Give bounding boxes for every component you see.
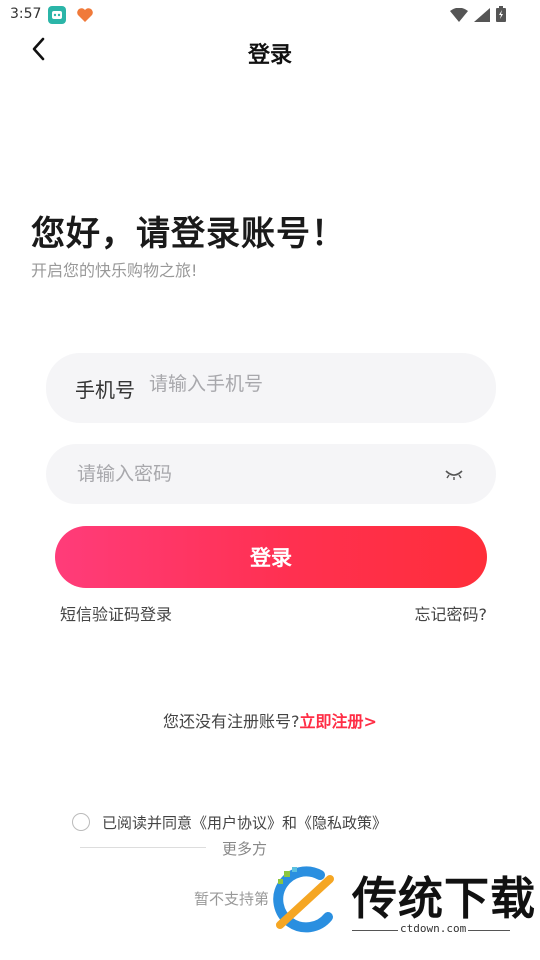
signal-icon	[474, 7, 490, 26]
unsupported-notice: 暂不支持第	[194, 890, 270, 908]
phone-input[interactable]	[147, 372, 451, 396]
phone-label: 手机号	[75, 377, 135, 402]
phone-field[interactable]: 手机号	[46, 353, 496, 423]
greeting-title: 您好，请登录账号！	[31, 214, 346, 254]
status-time: 3:57	[10, 6, 42, 22]
watermark-logo	[268, 865, 346, 937]
watermark-url: ctdown.com	[400, 922, 467, 935]
page-title: 登录	[247, 43, 292, 68]
wifi-icon	[450, 7, 468, 26]
agreement-prefix: 已阅读并同意	[102, 814, 193, 832]
sms-login-link[interactable]: 短信验证码登录	[60, 601, 172, 625]
app-heart-icon	[76, 7, 94, 23]
watermark-title: 传统下载	[352, 872, 537, 925]
watermark-divider-right	[468, 930, 510, 931]
register-row: 您还没有注册账号?立即注册>	[0, 708, 540, 732]
register-prompt: 您还没有注册账号?	[163, 712, 300, 731]
privacy-policy-link[interactable]: 《隐私政策》	[297, 814, 387, 832]
agreement-checkbox[interactable]	[72, 813, 90, 831]
agreement-text: 已阅读并同意《用户协议》和《隐私政策》	[102, 812, 387, 833]
agreement-conjunction: 和	[282, 814, 298, 832]
forgot-password-link[interactable]: 忘记密码?	[415, 601, 488, 625]
user-agreement-link[interactable]: 《用户协议》	[192, 814, 282, 832]
divider	[80, 847, 206, 848]
eye-closed-icon[interactable]	[444, 466, 464, 480]
status-indicators	[450, 6, 506, 26]
greeting-subtitle: 开启您的快乐购物之旅!	[31, 261, 198, 280]
password-input[interactable]	[75, 462, 419, 486]
app-notification-icon	[48, 6, 66, 24]
more-login-methods-label: 更多方	[222, 840, 268, 858]
register-link[interactable]: 立即注册>	[300, 712, 377, 731]
login-button[interactable]: 登录	[55, 526, 487, 588]
watermark-divider-left	[352, 930, 398, 931]
battery-icon	[496, 6, 506, 26]
password-field[interactable]	[46, 444, 496, 504]
